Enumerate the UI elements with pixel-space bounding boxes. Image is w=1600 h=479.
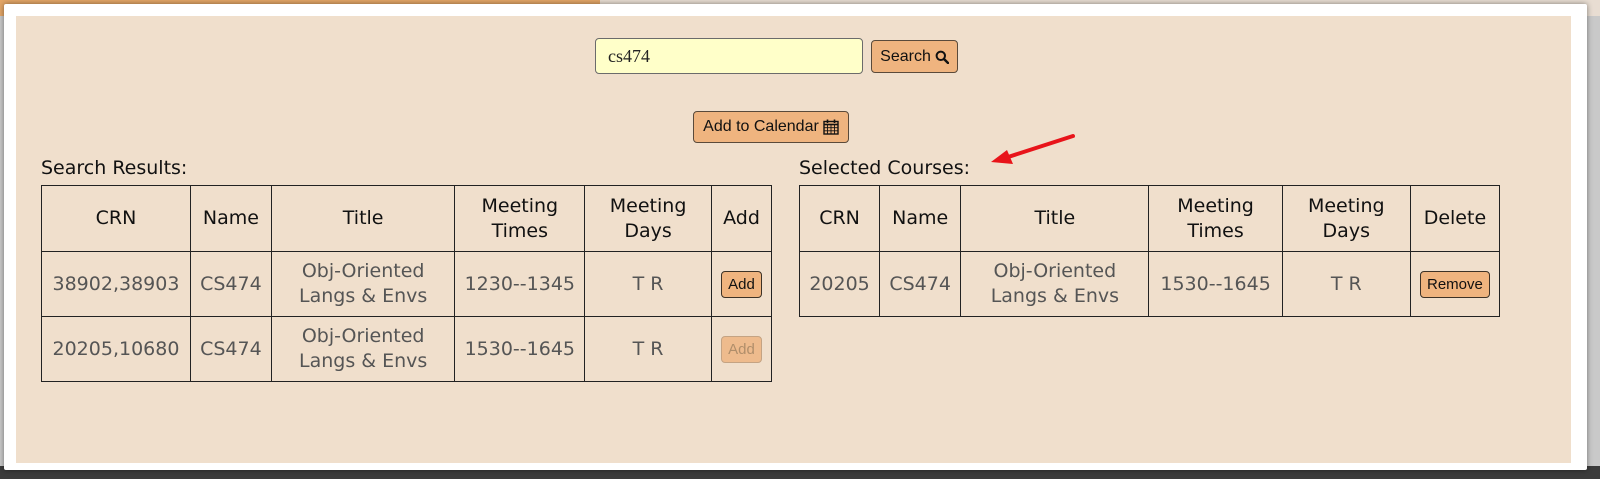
crn-cell: 38902,38903 xyxy=(41,251,191,317)
add-button[interactable]: Add xyxy=(721,270,762,298)
table-row: 20205,10680 CS474 Obj-Oriented Langs & E… xyxy=(41,316,773,382)
table-header-row: CRN Name Title Meeting Times Meeting Day… xyxy=(798,185,1501,252)
meeting-days-cell: T R xyxy=(1281,251,1411,317)
course-search-input[interactable] xyxy=(595,38,863,74)
search-button-label: Search xyxy=(880,47,931,65)
col-header-title: Title xyxy=(270,185,456,252)
col-header-name: Name xyxy=(189,185,272,252)
meeting-times-cell: 1530--1645 xyxy=(454,316,586,382)
col-header-crn: CRN xyxy=(798,185,881,252)
search-icon xyxy=(935,50,949,64)
add-button-disabled: Add xyxy=(721,335,762,363)
selected-courses-table: CRN Name Title Meeting Times Meeting Day… xyxy=(798,185,1501,317)
crn-cell: 20205 xyxy=(798,251,881,317)
col-header-meeting-times: Meeting Times xyxy=(454,185,586,252)
add-to-calendar-label: Add to Calendar xyxy=(703,118,819,135)
table-row: 20205 CS474 Obj-Oriented Langs & Envs 15… xyxy=(798,251,1501,317)
name-cell: CS474 xyxy=(189,316,272,382)
add-to-calendar-button[interactable]: Add to Calendar xyxy=(693,111,849,143)
delete-cell: Remove xyxy=(1409,251,1501,317)
col-header-delete: Delete xyxy=(1409,185,1501,252)
col-header-title: Title xyxy=(960,185,1150,252)
add-cell: Add xyxy=(710,316,773,382)
search-results-table: CRN Name Title Meeting Times Meeting Day… xyxy=(41,185,773,382)
name-cell: CS474 xyxy=(189,251,272,317)
meeting-days-cell: T R xyxy=(584,251,712,317)
crn-cell: 20205,10680 xyxy=(41,316,191,382)
meeting-times-cell: 1530--1645 xyxy=(1148,251,1283,317)
calendar-icon xyxy=(823,119,839,135)
col-header-meeting-days: Meeting Days xyxy=(584,185,712,252)
remove-button[interactable]: Remove xyxy=(1419,270,1490,298)
col-header-add: Add xyxy=(710,185,773,252)
col-header-crn: CRN xyxy=(41,185,191,252)
col-header-name: Name xyxy=(879,185,962,252)
table-header-row: CRN Name Title Meeting Times Meeting Day… xyxy=(41,185,773,252)
meeting-days-cell: T R xyxy=(584,316,712,382)
col-header-meeting-days: Meeting Days xyxy=(1281,185,1411,252)
meeting-times-cell: 1230--1345 xyxy=(454,251,586,317)
col-header-meeting-times: Meeting Times xyxy=(1148,185,1283,252)
name-cell: CS474 xyxy=(879,251,962,317)
title-cell: Obj-Oriented Langs & Envs xyxy=(270,251,456,317)
add-cell: Add xyxy=(710,251,773,317)
search-button[interactable]: Search xyxy=(871,40,958,73)
title-cell: Obj-Oriented Langs & Envs xyxy=(270,316,456,382)
selected-courses-heading: Selected Courses: xyxy=(799,157,971,179)
table-row: 38902,38903 CS474 Obj-Oriented Langs & E… xyxy=(41,251,773,317)
title-cell: Obj-Oriented Langs & Envs xyxy=(960,251,1150,317)
annotation-arrow xyxy=(991,134,1075,164)
search-results-heading: Search Results: xyxy=(41,157,188,179)
